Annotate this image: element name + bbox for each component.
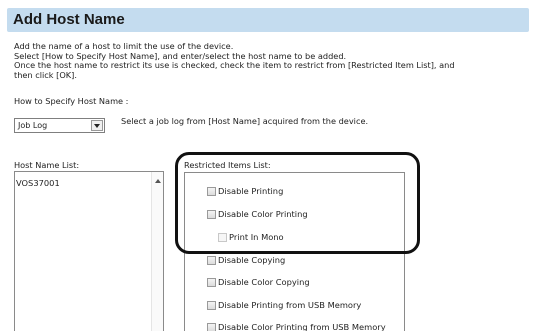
select-hint: Select a job log from [Host Name] acquir…: [121, 116, 369, 126]
scroll-up-icon[interactable]: [155, 179, 161, 183]
checkbox[interactable]: [207, 323, 216, 331]
instruction-line: then click [OK].: [14, 69, 77, 80]
instruction-line: Once the host name to restrict its use i…: [14, 60, 455, 70]
checkbox-label: Disable Color Printing from USB Memory: [218, 322, 386, 331]
chevron-down-icon[interactable]: [91, 120, 103, 131]
checkbox[interactable]: [207, 256, 216, 265]
checkbox-label: Disable Color Copying: [218, 277, 310, 287]
list-item[interactable]: VOS37001: [16, 178, 60, 188]
highlight-callout: [175, 152, 420, 254]
checkbox-label: Disable Copying: [218, 255, 286, 265]
instructions: Add the name of a host to limit the use …: [14, 41, 529, 80]
title-bar: Add Host Name: [7, 8, 529, 32]
page-title: Add Host Name: [13, 11, 125, 28]
checkbox-label: Disable Printing from USB Memory: [218, 300, 362, 310]
how-to-specify-label: How to Specify Host Name :: [14, 96, 129, 106]
checkbox[interactable]: [207, 278, 216, 287]
host-name-list[interactable]: VOS37001: [14, 171, 164, 331]
host-name-list-label: Host Name List:: [14, 160, 80, 170]
checkbox[interactable]: [207, 301, 216, 310]
select-value: Job Log: [18, 121, 48, 130]
how-to-specify-select[interactable]: Job Log: [14, 118, 105, 133]
scrollbar[interactable]: [151, 172, 163, 331]
